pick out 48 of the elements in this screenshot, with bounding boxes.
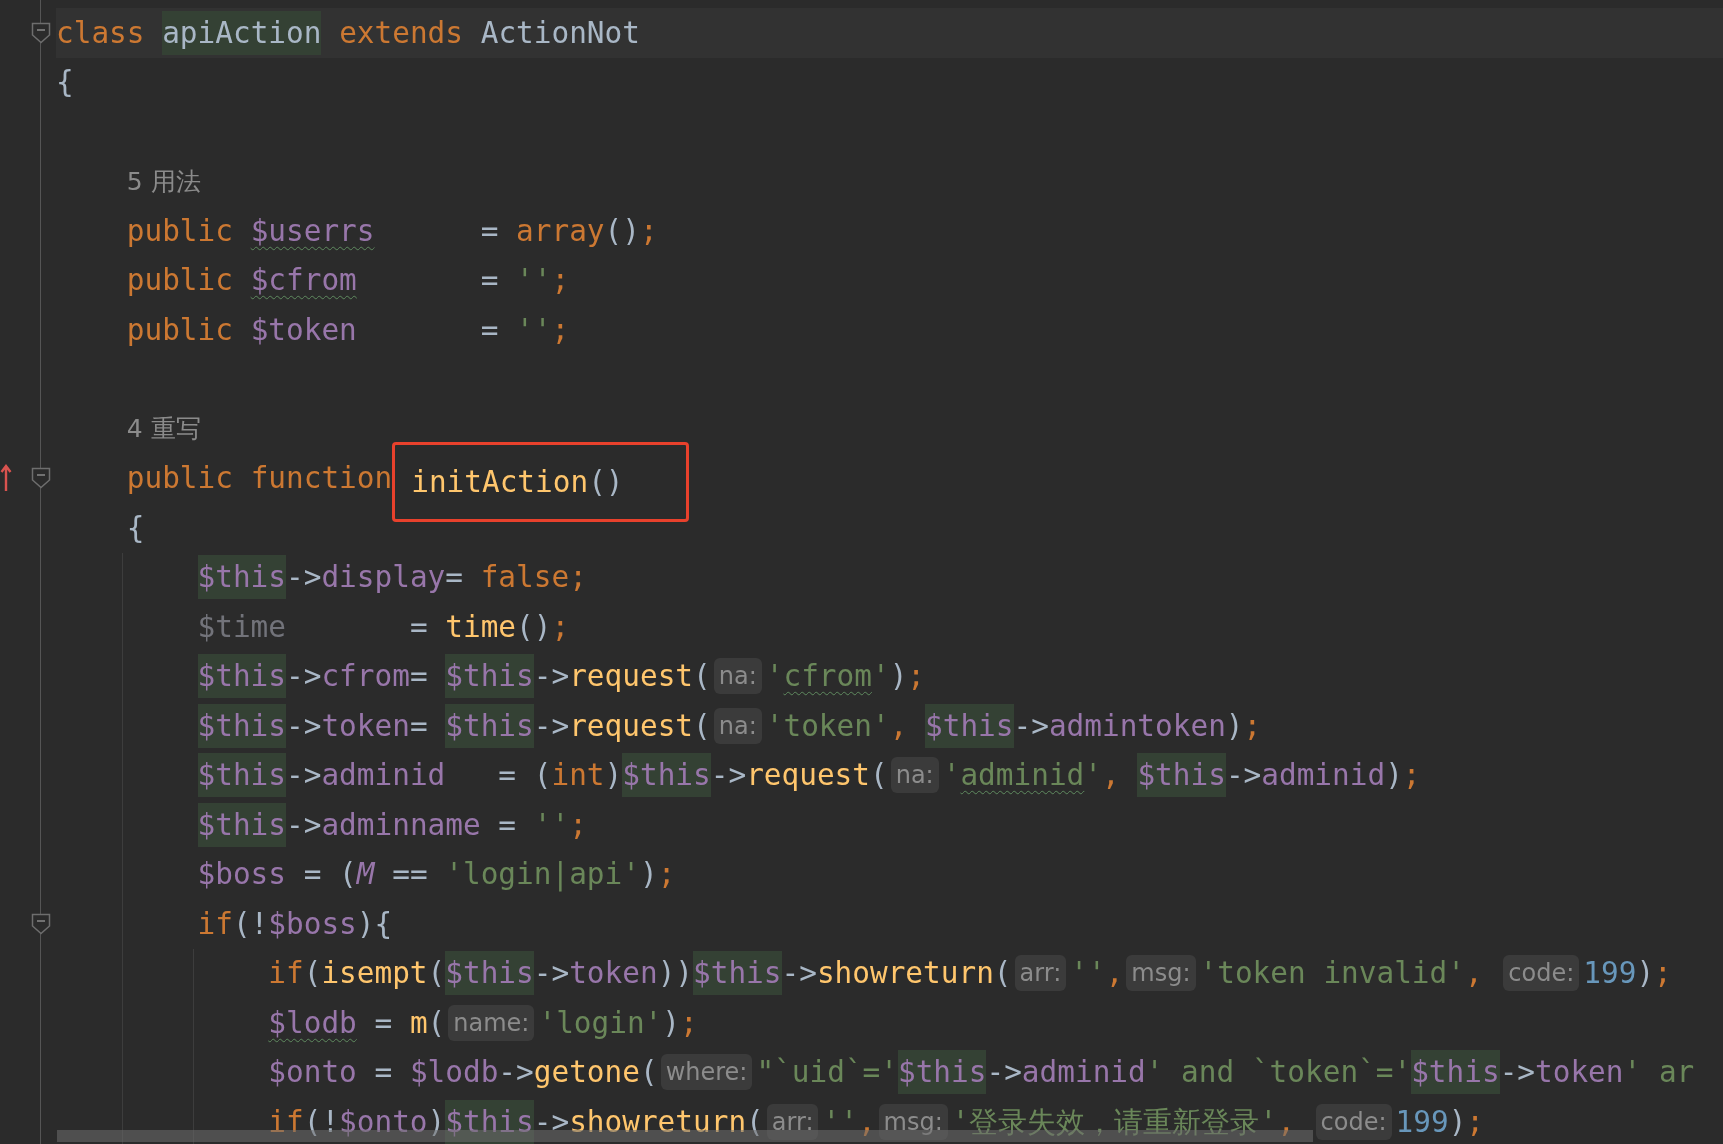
code-text: $lodb = m( bbox=[268, 1004, 446, 1042]
code-text: public $userrs = array(); bbox=[126, 212, 658, 250]
parameter-hint: code: bbox=[1503, 955, 1580, 992]
parameter-hint: name: bbox=[448, 1004, 535, 1041]
code-text: public $cfrom = ''; bbox=[126, 262, 570, 300]
code-text: $this->display= false; bbox=[197, 555, 587, 600]
code-text: "`uid`='$this->adminid' and `token`='$this->token' ar bbox=[756, 1050, 1695, 1095]
code-text: if(!$onto)$this->showreturn( bbox=[268, 1099, 764, 1144]
parameter-hint: na: bbox=[713, 658, 762, 695]
fold-icon[interactable] bbox=[31, 912, 51, 935]
code-text: if(!$boss){ bbox=[197, 905, 393, 943]
code-text: '', bbox=[1070, 955, 1124, 993]
code-text: $boss = (M == 'login|api'); bbox=[197, 856, 676, 894]
code-text: $this->adminid = (int)$this->request( bbox=[197, 753, 888, 798]
code-text: 199); bbox=[1583, 955, 1672, 993]
code-text: 'token', $this->admintoken); bbox=[765, 703, 1262, 748]
code-text: '登录失效，请重新登录', bbox=[951, 1103, 1296, 1141]
parameter-hint: where: bbox=[660, 1054, 753, 1091]
code-text: class apiAction extends ActionNot bbox=[56, 10, 640, 55]
parameter-hint: arr: bbox=[1014, 955, 1067, 992]
code-text: $time = time(); bbox=[197, 608, 570, 646]
code-text: 'login'); bbox=[538, 1004, 698, 1042]
parameter-hint: msg: bbox=[1126, 955, 1196, 992]
code-text: public function bbox=[126, 460, 393, 498]
code-text: public $token = ''; bbox=[126, 311, 570, 349]
fold-icon[interactable] bbox=[31, 21, 51, 44]
parameter-hint: na: bbox=[713, 707, 762, 744]
usages-link[interactable]: 5 用法 bbox=[126, 164, 201, 198]
parameter-hint: na: bbox=[890, 757, 939, 794]
code-text: 'cfrom'); bbox=[765, 658, 926, 696]
code-text: '', bbox=[822, 1103, 876, 1141]
code-text: $this->token= $this->request( bbox=[197, 703, 711, 748]
code-text: 199); bbox=[1395, 1103, 1485, 1141]
parameter-hint: code: bbox=[1315, 1103, 1392, 1140]
code-text: 'adminid', $this->adminid); bbox=[942, 753, 1421, 798]
up-arrow-icon[interactable] bbox=[0, 464, 12, 493]
code-text: { bbox=[56, 64, 74, 102]
code-text: if(isempt($this->token))$this->showreturn( bbox=[268, 951, 1012, 996]
fold-icon[interactable] bbox=[31, 467, 51, 490]
parameter-hint: msg: bbox=[878, 1103, 948, 1140]
code-text: $onto = $lodb->getone( bbox=[268, 1054, 658, 1092]
code-text: { bbox=[126, 509, 145, 547]
usages-link[interactable]: 4 重写 bbox=[126, 412, 201, 446]
code-text: 'token invalid', bbox=[1199, 955, 1484, 993]
code-text: $this->cfrom= $this->request( bbox=[197, 654, 711, 699]
code-text: $this->adminname = ''; bbox=[197, 802, 587, 847]
highlighted-code: initAction() bbox=[392, 442, 689, 523]
parameter-hint: arr: bbox=[766, 1103, 819, 1140]
